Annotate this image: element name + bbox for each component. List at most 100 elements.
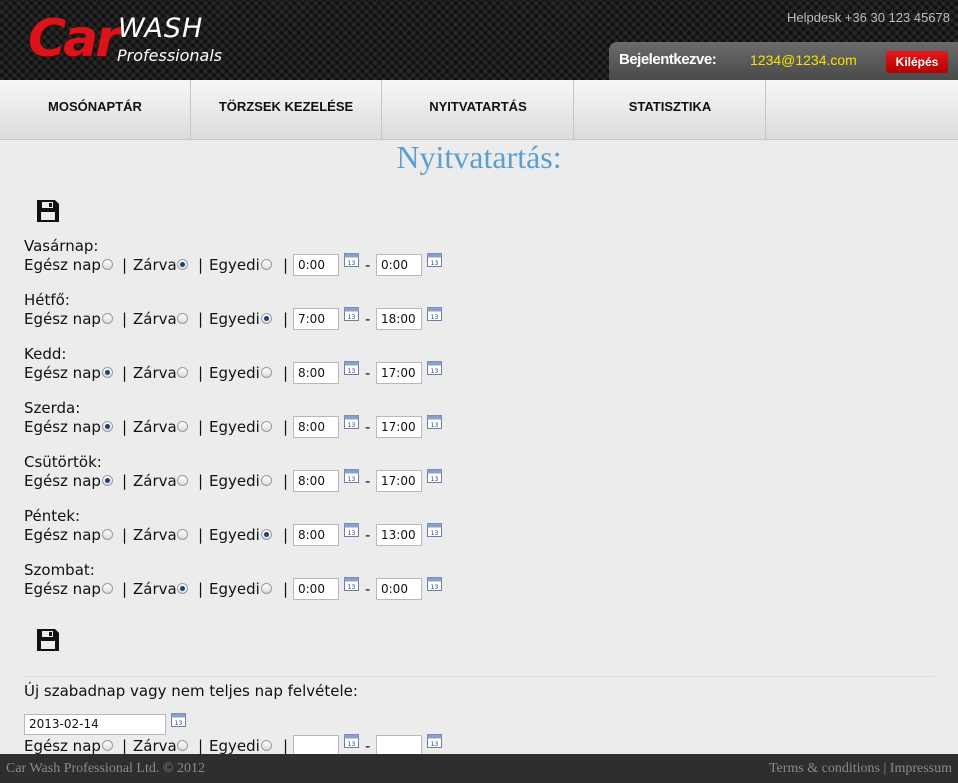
- full-day-radio[interactable]: [102, 740, 113, 751]
- closed-radio[interactable]: [177, 421, 188, 432]
- separator: |: [198, 526, 204, 544]
- impressum-link[interactable]: Impressum: [890, 761, 952, 776]
- day-options-row: Egész nap | Zárva | Egyedi | 8:00 13-17:00 13: [24, 414, 464, 438]
- time-to-input[interactable]: 17:00: [376, 362, 422, 384]
- closed-label: Zárva: [133, 364, 177, 382]
- divider: [24, 676, 934, 677]
- time-to-input[interactable]: 0:00: [376, 578, 422, 600]
- calendar-icon[interactable]: 13: [344, 414, 359, 429]
- time-from-input[interactable]: 0:00: [293, 578, 339, 600]
- custom-label: Egyedi: [209, 364, 260, 382]
- custom-label: Egyedi: [209, 418, 260, 436]
- logo[interactable]: Car WASH Professionals: [28, 8, 238, 70]
- calendar-icon[interactable]: 13: [427, 360, 442, 375]
- time-from-input[interactable]: 7:00: [293, 308, 339, 330]
- full-day-radio[interactable]: [102, 259, 113, 270]
- separator: |: [198, 418, 204, 436]
- custom-radio[interactable]: [261, 367, 272, 378]
- time-from-input[interactable]: 8:00: [293, 524, 339, 546]
- day-label: Szerda:: [24, 399, 81, 417]
- time-to-input[interactable]: 17:00: [376, 470, 422, 492]
- full-day-label: Egész nap: [24, 310, 101, 328]
- save-icon[interactable]: [36, 628, 60, 652]
- nav-item-nyitvatartas[interactable]: NYITVATARTÁS: [383, 80, 574, 139]
- custom-radio[interactable]: [261, 740, 272, 751]
- calendar-icon[interactable]: 13: [427, 733, 442, 748]
- custom-label: Egyedi: [209, 580, 260, 598]
- day-options-row: Egész nap | Zárva | Egyedi | 8:00 13-17:00 13: [24, 468, 464, 492]
- svg-text:13: 13: [431, 368, 439, 375]
- separator: |: [122, 472, 128, 490]
- closed-radio[interactable]: [177, 740, 188, 751]
- full-day-radio[interactable]: [102, 583, 113, 594]
- time-from-input[interactable]: 8:00: [293, 362, 339, 384]
- calendar-icon[interactable]: 13: [344, 306, 359, 321]
- save-icon[interactable]: [36, 199, 60, 223]
- time-from-input[interactable]: 8:00: [293, 416, 339, 438]
- closed-radio[interactable]: [177, 583, 188, 594]
- custom-radio[interactable]: [261, 583, 272, 594]
- time-to-input[interactable]: 17:00: [376, 416, 422, 438]
- calendar-icon[interactable]: 13: [427, 522, 442, 537]
- full-day-radio[interactable]: [102, 475, 113, 486]
- login-email: 1234@1234.com: [750, 52, 857, 68]
- day-label: Kedd:: [24, 345, 67, 363]
- calendar-icon[interactable]: 13: [427, 468, 442, 483]
- new-holiday-title: Új szabadnap vagy nem teljes nap felvéte…: [24, 682, 358, 700]
- full-day-label: Egész nap: [24, 580, 101, 598]
- nav-item-torzsek[interactable]: TÖRZSEK KEZELÉSE: [191, 80, 382, 139]
- svg-text:13: 13: [348, 368, 356, 375]
- svg-text:13: 13: [431, 422, 439, 429]
- full-day-radio[interactable]: [102, 367, 113, 378]
- custom-radio[interactable]: [261, 529, 272, 540]
- calendar-icon[interactable]: 13: [344, 360, 359, 375]
- svg-text:13: 13: [348, 530, 356, 537]
- custom-radio[interactable]: [261, 421, 272, 432]
- calendar-icon[interactable]: 13: [427, 576, 442, 591]
- calendar-icon[interactable]: 13: [344, 252, 359, 267]
- calendar-icon[interactable]: 13: [427, 414, 442, 429]
- calendar-icon[interactable]: 13: [344, 522, 359, 537]
- separator: |: [283, 310, 289, 328]
- custom-radio[interactable]: [261, 259, 272, 270]
- closed-label: Zárva: [133, 472, 177, 490]
- closed-radio[interactable]: [177, 313, 188, 324]
- calendar-icon[interactable]: 13: [344, 468, 359, 483]
- calendar-icon[interactable]: 13: [344, 576, 359, 591]
- custom-label: Egyedi: [209, 310, 260, 328]
- svg-text:13: 13: [348, 741, 356, 748]
- closed-radio[interactable]: [177, 475, 188, 486]
- nav-item-statisztika[interactable]: STATISZTIKA: [575, 80, 766, 139]
- time-to-input[interactable]: 13:00: [376, 524, 422, 546]
- logout-button[interactable]: Kilépés: [886, 51, 948, 73]
- full-day-radio[interactable]: [102, 421, 113, 432]
- closed-label: Zárva: [133, 418, 177, 436]
- holiday-date-input[interactable]: 2013-02-14: [24, 714, 166, 735]
- custom-radio[interactable]: [261, 475, 272, 486]
- day-options-row: Egész nap | Zárva | Egyedi | 0:00 13-0:00 13: [24, 576, 464, 600]
- day-options-row: Egész nap | Zárva | Egyedi | 8:00 13-13:00 13: [24, 522, 464, 546]
- day-label: Szombat:: [24, 561, 95, 579]
- closed-radio[interactable]: [177, 259, 188, 270]
- separator: |: [198, 364, 204, 382]
- time-to-input[interactable]: 18:00: [376, 308, 422, 330]
- full-day-radio[interactable]: [102, 529, 113, 540]
- header: Car WASH Professionals Helpdesk +36 30 1…: [0, 0, 958, 80]
- closed-radio[interactable]: [177, 529, 188, 540]
- calendar-icon[interactable]: 13: [427, 306, 442, 321]
- calendar-icon[interactable]: 13: [344, 733, 359, 748]
- time-range-dash: -: [365, 418, 371, 436]
- custom-radio[interactable]: [261, 313, 272, 324]
- day-options-row: Egész nap | Zárva | Egyedi | 7:00 13-18:00 13: [24, 306, 464, 330]
- full-day-radio[interactable]: [102, 313, 113, 324]
- nav-item-mosonaptar[interactable]: MOSÓNAPTÁR: [0, 80, 191, 139]
- time-from-input[interactable]: 0:00: [293, 254, 339, 276]
- time-to-input[interactable]: 0:00: [376, 254, 422, 276]
- footer-links: Terms & conditions | Impressum: [769, 761, 952, 777]
- calendar-icon[interactable]: 13: [427, 252, 442, 267]
- closed-radio[interactable]: [177, 367, 188, 378]
- time-from-input[interactable]: 8:00: [293, 470, 339, 492]
- calendar-icon[interactable]: 13: [171, 712, 186, 727]
- terms-link[interactable]: Terms & conditions: [769, 761, 880, 776]
- svg-text:13: 13: [348, 422, 356, 429]
